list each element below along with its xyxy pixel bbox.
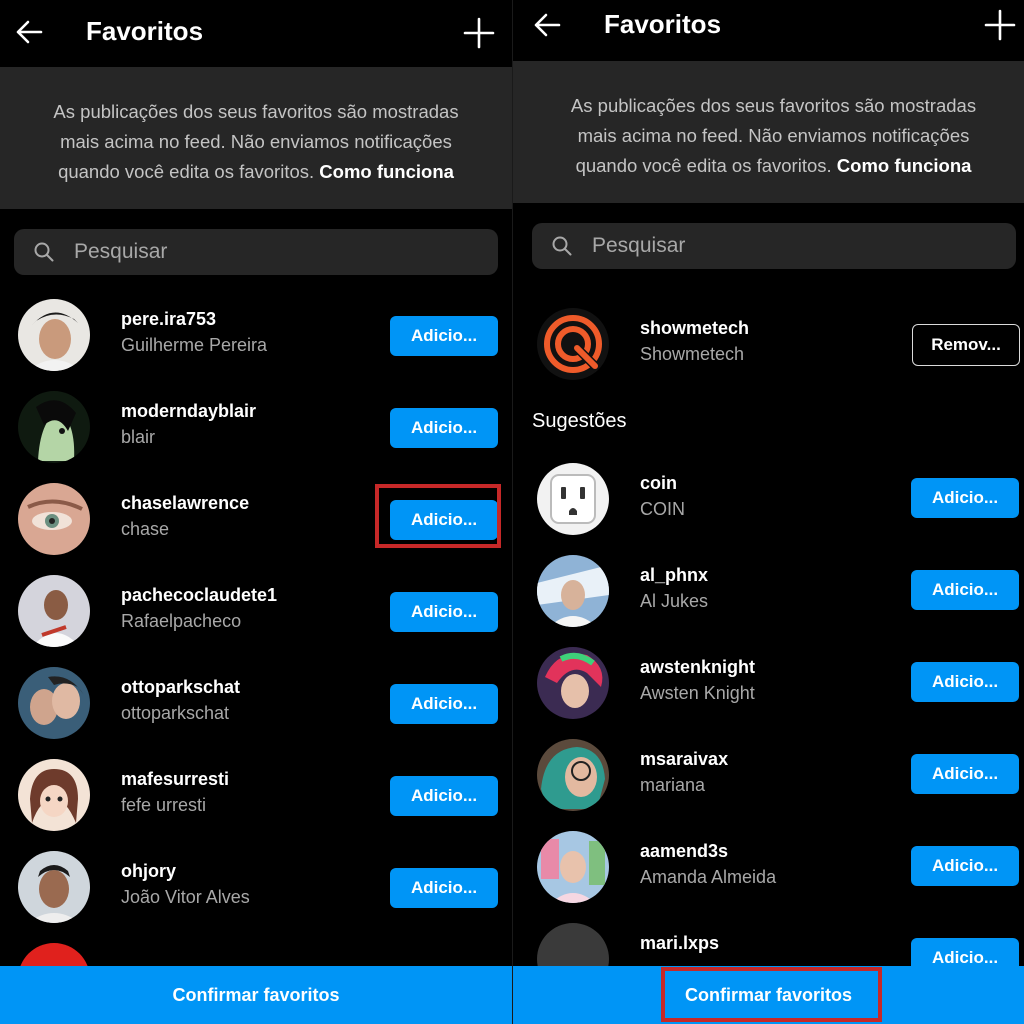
username: mari.lxps xyxy=(640,933,720,953)
page-title: Favoritos xyxy=(604,9,722,39)
full-name: Amanda Almeida xyxy=(640,867,777,887)
username: ottoparkschat xyxy=(121,677,241,697)
full-name: ottoparkschat xyxy=(121,703,230,723)
full-name: fefe urresti xyxy=(121,795,207,815)
username: showmetech xyxy=(640,318,750,338)
avatar xyxy=(18,851,90,923)
suggestions-heading: Sugestões xyxy=(532,410,627,432)
list-item[interactable]: coin COIN Adicio... xyxy=(537,463,1023,543)
username: chaselawrence xyxy=(121,493,250,513)
add-button[interactable]: Adicio... xyxy=(911,754,1019,794)
avatar xyxy=(18,575,90,647)
favorite-item[interactable]: showmetech Showmetech Remov... xyxy=(537,308,1023,388)
list-item[interactable]: mari.lxps Adicio... xyxy=(537,923,1023,966)
username: pere.ira753 xyxy=(121,309,217,329)
list-item[interactable]: ottoparkschat ottoparkschat Adicio... xyxy=(18,667,500,747)
search-icon xyxy=(552,236,572,256)
add-button[interactable]: Adicio... xyxy=(390,776,498,816)
avatar xyxy=(537,647,609,719)
add-button[interactable]: Adicio... xyxy=(911,846,1019,886)
right-screen: Favoritos As publicações dos seus favori… xyxy=(513,0,1024,1024)
info-banner: As publicações dos seus favoritos são mo… xyxy=(513,61,1024,203)
list-item[interactable]: mafesurresti fefe urresti Adicio... xyxy=(18,759,500,839)
search-input[interactable]: Pesquisar xyxy=(14,229,498,275)
search-placeholder: Pesquisar xyxy=(592,234,686,257)
username: msaraivax xyxy=(640,749,729,769)
remove-button[interactable]: Remov... xyxy=(912,324,1020,366)
highlight-box xyxy=(375,484,501,548)
add-button[interactable]: Adicio... xyxy=(911,478,1019,518)
how-it-works-link[interactable]: Como funciona xyxy=(319,161,454,182)
search-placeholder: Pesquisar xyxy=(74,240,168,263)
search-input[interactable]: Pesquisar xyxy=(532,223,1016,269)
username: pachecoclaudete1 xyxy=(121,585,278,605)
search-icon xyxy=(34,242,54,262)
username: moderndayblair xyxy=(121,401,257,421)
list-item[interactable]: aamend3s Amanda Almeida Adicio... xyxy=(537,831,1023,911)
full-name: João Vitor Alves xyxy=(121,887,250,907)
full-name: Rafaelpacheco xyxy=(121,611,242,631)
avatar xyxy=(18,667,90,739)
back-arrow-icon[interactable] xyxy=(531,9,563,41)
full-name: chase xyxy=(121,519,170,539)
list-item[interactable]: pachecoclaudete1 Rafaelpacheco Adicio... xyxy=(18,575,500,655)
username: awstenknight xyxy=(640,657,756,677)
page-title: Favoritos xyxy=(86,16,204,46)
username: al_phnx xyxy=(640,565,709,585)
add-button[interactable]: Adicio... xyxy=(911,570,1019,610)
username: aamend3s xyxy=(640,841,729,861)
avatar xyxy=(18,391,90,463)
info-banner: As publicações dos seus favoritos são mo… xyxy=(0,67,512,209)
full-name: blair xyxy=(121,427,156,447)
full-name: COIN xyxy=(640,499,685,519)
avatar xyxy=(537,831,609,903)
avatar xyxy=(537,923,609,966)
username: coin xyxy=(640,473,678,493)
avatar xyxy=(537,739,609,811)
full-name: Showmetech xyxy=(640,344,745,364)
confirm-favorites-button[interactable]: Confirmar favoritos xyxy=(0,966,512,1024)
avatar xyxy=(18,943,90,967)
avatar xyxy=(537,308,609,380)
add-button[interactable]: Adicio... xyxy=(390,316,498,356)
list-item[interactable]: awstenknight Awsten Knight Adicio... xyxy=(537,647,1023,727)
list-item[interactable]: msaraivax mariana Adicio... xyxy=(537,739,1023,819)
list-item[interactable]: ohjory João Vitor Alves Adicio... xyxy=(18,851,500,931)
avatar xyxy=(18,759,90,831)
full-name: mariana xyxy=(640,775,706,795)
full-name: Al Jukes xyxy=(640,591,709,611)
full-name: Guilherme Pereira xyxy=(121,335,268,355)
left-screen: Favoritos As publicações dos seus favori… xyxy=(0,0,512,1024)
full-name: Awsten Knight xyxy=(640,683,755,703)
add-button[interactable]: Adicio... xyxy=(911,662,1019,702)
back-arrow-icon[interactable] xyxy=(13,16,45,48)
avatar xyxy=(18,299,90,371)
username: ohjory xyxy=(121,861,177,881)
add-button[interactable]: Adicio... xyxy=(390,592,498,632)
plus-icon[interactable] xyxy=(983,8,1017,42)
add-button[interactable]: Adicio... xyxy=(390,408,498,448)
add-button[interactable]: Adicio... xyxy=(390,684,498,724)
add-button[interactable]: Adicio... xyxy=(911,938,1019,966)
username: mafesurresti xyxy=(121,769,230,789)
list-item[interactable]: al_phnx Al Jukes Adicio... xyxy=(537,555,1023,635)
how-it-works-link[interactable]: Como funciona xyxy=(837,155,972,176)
highlight-box xyxy=(661,967,882,1022)
avatar xyxy=(537,463,609,535)
plus-icon[interactable] xyxy=(462,16,496,50)
avatar xyxy=(18,483,90,555)
list-item[interactable]: moderndayblair blair Adicio... xyxy=(18,391,500,471)
add-button[interactable]: Adicio... xyxy=(390,868,498,908)
list-item[interactable]: pere.ira753 Guilherme Pereira Adicio... xyxy=(18,299,500,379)
avatar xyxy=(537,555,609,627)
